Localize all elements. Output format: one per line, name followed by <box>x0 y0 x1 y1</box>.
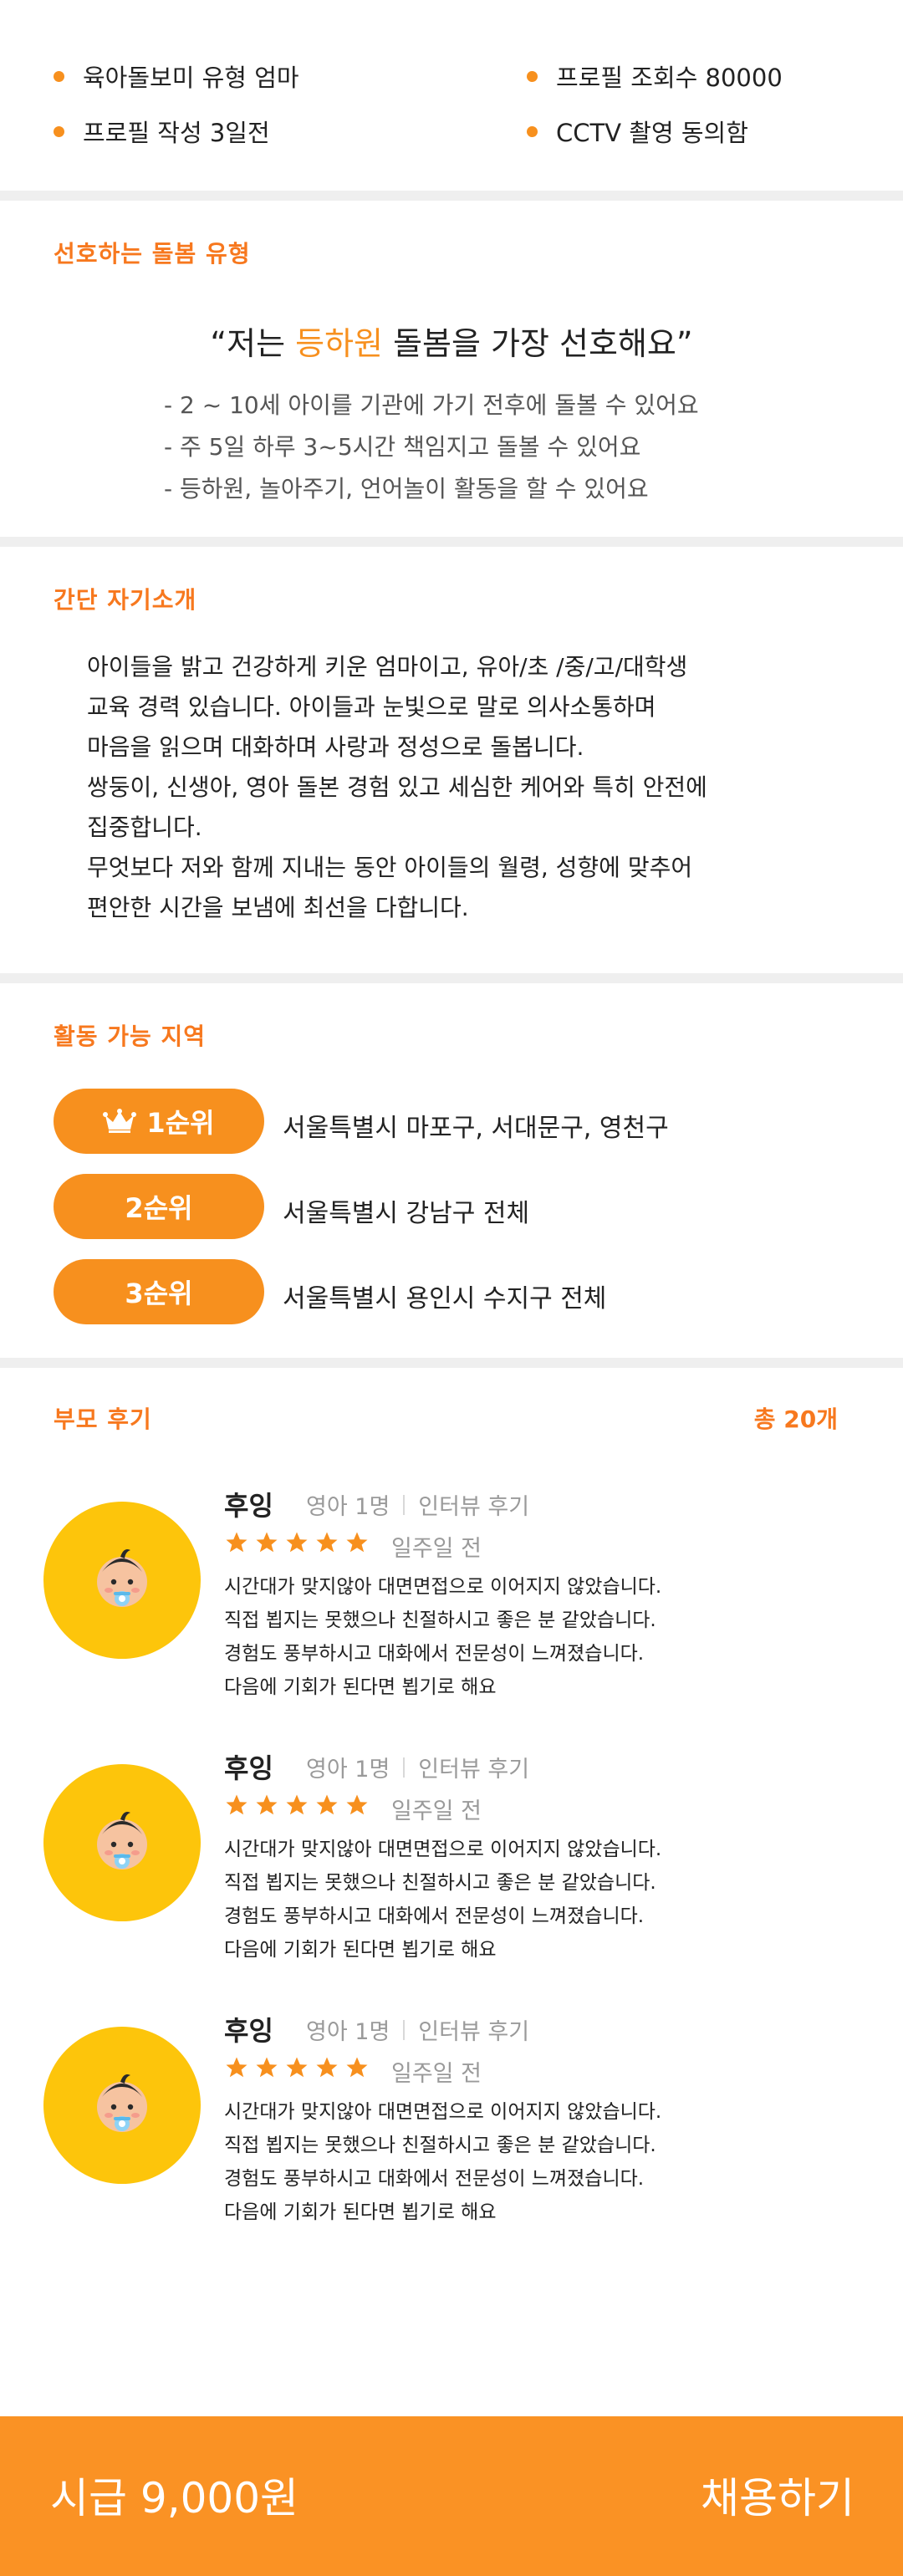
star-rating <box>224 2055 370 2084</box>
summary-item: 프로필 작성 3일전 <box>54 114 270 149</box>
area-text: 서울특별시 강남구 전체 <box>283 1199 530 1228</box>
star-icon <box>284 1530 309 1558</box>
review-count: 총 20개 <box>753 1405 838 1433</box>
child-count: 영아 1명 <box>306 2019 390 2045</box>
star-icon <box>224 1793 249 1821</box>
star-icon <box>314 2055 339 2084</box>
section-title: 활동 가능 지역 <box>54 1023 207 1050</box>
wage-label: 시급 9,000원 <box>50 2474 299 2522</box>
area-text: 서울특별시 마포구, 서대문구, 영천구 <box>283 1114 669 1143</box>
care-type-section: 선호하는 돌봄 유형 “저는 등하원 돌봄을 가장 선호해요” - 2 ~ 10… <box>0 201 903 537</box>
review-text: 시간대가 맞지않아 대면면접으로 이어지지 않았습니다. 직접 뵙지는 못했으나… <box>224 1839 662 1961</box>
section-title: 부모 후기 <box>54 1405 152 1433</box>
star-rating <box>224 1793 370 1821</box>
section-title: 선호하는 돌봄 유형 <box>54 240 251 268</box>
review-type: 인터뷰 후기 <box>418 1494 530 1520</box>
star-icon <box>344 2055 370 2084</box>
hire-button[interactable]: 채용하기 <box>701 2465 855 2525</box>
intro-text: 아이들을 밝고 건강하게 키운 엄마이고, 유아/초 /중/고/대학생 교육 경… <box>87 653 707 921</box>
summary-section: 육아돌보미 유형 엄마 프로필 조회수 80000 프로필 작성 3일전 CCT… <box>0 0 903 191</box>
review-date: 일주일 전 <box>391 1536 482 1562</box>
review-text: 시간대가 맞지않아 대면면접으로 이어지지 않았습니다. 직접 뵙지는 못했으나… <box>224 2101 662 2223</box>
bullet-icon <box>54 125 64 137</box>
summary-item: 육아돌보미 유형 엄마 <box>54 59 299 94</box>
star-icon <box>224 1530 249 1558</box>
divider <box>0 1358 903 1368</box>
review-date: 일주일 전 <box>391 2061 482 2087</box>
star-icon <box>284 1793 309 1821</box>
review-meta: 영아 1명 인터뷰 후기 <box>306 1488 529 1521</box>
care-highlight: 등하원 <box>295 325 383 362</box>
star-icon <box>344 1530 370 1558</box>
star-rating <box>224 1530 370 1558</box>
summary-item: CCTV 촬영 동의함 <box>527 114 748 149</box>
review-meta: 영아 1명 인터뷰 후기 <box>306 2013 529 2046</box>
meta-divider <box>403 1757 406 1778</box>
avatar <box>43 1764 201 1921</box>
reviewer-name: 후잉 <box>224 2015 273 2047</box>
baby-icon <box>43 2074 201 2184</box>
review-meta: 영아 1명 인터뷰 후기 <box>306 1751 529 1783</box>
rank-badge-3: 3순위 <box>54 1259 264 1324</box>
star-icon <box>224 2055 249 2084</box>
child-count: 영아 1명 <box>306 1757 390 1783</box>
avatar <box>43 2027 201 2184</box>
reviewer-name: 후잉 <box>224 1752 273 1784</box>
star-icon <box>254 1793 279 1821</box>
care-line: - 등하원, 놀아주기, 언어놀이 활동을 할 수 있어요 <box>164 475 649 502</box>
care-line: - 2 ~ 10세 아이를 기관에 가기 전후에 돌볼 수 있어요 <box>164 391 699 419</box>
review-date: 일주일 전 <box>391 1798 482 1824</box>
reviews-section: 부모 후기 총 20개 후잉 영아 1명 인터뷰 후기 일주일 전 시간대가 맞지않아 … <box>0 1368 903 2416</box>
review-type: 인터뷰 후기 <box>418 2019 530 2045</box>
section-title: 간단 자기소개 <box>54 586 197 614</box>
star-icon <box>344 1793 370 1821</box>
care-line: - 주 5일 하루 3~5시간 책임지고 돌볼 수 있어요 <box>164 433 641 461</box>
review-text: 시간대가 맞지않아 대면면접으로 이어지지 않았습니다. 직접 뵙지는 못했으나… <box>224 1576 662 1698</box>
bullet-icon <box>527 125 538 137</box>
review-type: 인터뷰 후기 <box>418 1757 530 1783</box>
child-count: 영아 1명 <box>306 1494 390 1520</box>
meta-divider <box>403 1494 406 1515</box>
meta-divider <box>403 2019 406 2040</box>
bullet-icon <box>54 70 64 82</box>
crown-icon <box>103 1109 137 1133</box>
rank-badge-2: 2순위 <box>54 1174 264 1239</box>
intro-section: 간단 자기소개 아이들을 밝고 건강하게 키운 엄마이고, 유아/초 /중/고/… <box>0 547 903 973</box>
area-section: 활동 가능 지역 1순위 서울특별시 마포구, 서대문구, 영천구 2순위 서울… <box>0 983 903 1358</box>
star-icon <box>284 2055 309 2084</box>
divider <box>0 537 903 547</box>
avatar <box>43 1502 201 1659</box>
divider <box>0 191 903 201</box>
care-quote: “저는 등하원 돌봄을 가장 선호해요” <box>210 325 693 362</box>
star-icon <box>254 1530 279 1558</box>
star-icon <box>314 1793 339 1821</box>
star-icon <box>254 2055 279 2084</box>
area-text: 서울특별시 용인시 수지구 전체 <box>283 1284 607 1314</box>
star-icon <box>314 1530 339 1558</box>
baby-icon <box>43 1549 201 1659</box>
summary-item: 프로필 조회수 80000 <box>527 59 783 94</box>
reviewer-name: 후잉 <box>224 1490 273 1522</box>
rank-badge-1: 1순위 <box>54 1089 264 1154</box>
divider <box>0 973 903 983</box>
bullet-icon <box>527 70 538 82</box>
baby-icon <box>43 1812 201 1921</box>
bottom-bar: 시급 9,000원 채용하기 <box>0 2416 903 2576</box>
